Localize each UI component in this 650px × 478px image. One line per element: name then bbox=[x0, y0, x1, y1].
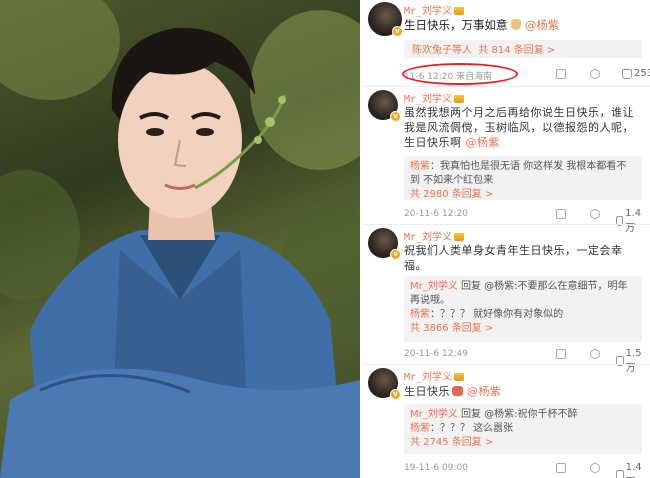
highlight-circle bbox=[402, 63, 518, 85]
verified-badge-icon: v bbox=[390, 111, 401, 122]
comment-icon[interactable] bbox=[590, 69, 600, 79]
share-icon[interactable] bbox=[556, 209, 566, 219]
verified-badge-icon: v bbox=[390, 249, 401, 260]
share-icon[interactable] bbox=[556, 349, 566, 359]
view-replies-link[interactable]: 共 2980 条回复 > bbox=[410, 189, 493, 200]
vip-crown-icon bbox=[454, 233, 465, 241]
portrait-photo bbox=[0, 0, 360, 478]
comment-username[interactable]: Mr_刘学义 bbox=[404, 2, 465, 17]
cake-icon bbox=[452, 386, 463, 396]
divider bbox=[362, 86, 650, 87]
comment-text: 虽然我想两个月之后再给你说生日快乐，谁让我是风流倜傥，玉树临风，以德报怨的人呢，… bbox=[404, 106, 634, 149]
view-replies-link[interactable]: 共 814 条回复 > bbox=[478, 45, 555, 56]
verified-badge-icon: v bbox=[390, 389, 401, 400]
divider bbox=[362, 224, 650, 225]
comment-meta: 20-11-6 12:20 1.4 万 bbox=[404, 208, 644, 234]
view-replies-link[interactable]: 共 2745 条回复 > bbox=[410, 437, 493, 448]
comment-text: 祝我们人类单身女青年生日快乐，一定会幸福。 bbox=[404, 244, 623, 272]
comment-meta: 19-11-6 09:00 1.4万 bbox=[404, 462, 644, 478]
comment-icon[interactable] bbox=[590, 349, 600, 359]
view-replies-link[interactable]: 共 3866 条回复 > bbox=[410, 323, 493, 334]
reply-box[interactable]: Mr_刘学义 回复 @杨紫:不要那么在意细节，明年再说哦。 杨紫：？？？ 就好像… bbox=[404, 276, 642, 342]
comment-meta: 20-11-6 12:49 1.5万 bbox=[404, 348, 644, 374]
timestamp: 20-11-6 12:49 bbox=[404, 349, 468, 359]
vip-crown-icon bbox=[454, 373, 465, 381]
timestamp: 20-11-6 12:20 bbox=[404, 209, 468, 219]
like-icon bbox=[622, 68, 632, 79]
comments-feed[interactable]: v Mr_刘学义 生日快乐，万事如意 @杨紫 陈欢兔子等人 共 814 条回复 … bbox=[362, 0, 650, 478]
comment-username[interactable]: Mr_刘学义 bbox=[404, 228, 465, 243]
share-icon[interactable] bbox=[556, 463, 566, 473]
timestamp: 19-11-6 09:00 bbox=[404, 463, 468, 473]
comment-username[interactable]: Mr_刘学义 bbox=[404, 90, 465, 105]
reply-summary[interactable]: 陈欢兔子等人 共 814 条回复 > bbox=[404, 40, 642, 58]
like-button[interactable]: 1.4万 bbox=[616, 462, 644, 478]
comment-username[interactable]: Mr_刘学义 bbox=[404, 368, 465, 383]
like-button[interactable]: 2533 bbox=[622, 68, 650, 79]
comment-text: 生日快乐 @杨紫 bbox=[404, 385, 502, 398]
vip-crown-icon bbox=[454, 7, 465, 15]
reply-box[interactable]: Mr_刘学义 回复 @杨紫:祝你千杯不醉 杨紫：？？？ 这么嚣张 共 2745 … bbox=[404, 404, 642, 454]
comment-icon[interactable] bbox=[590, 209, 600, 219]
vip-crown-icon bbox=[454, 95, 465, 103]
divider bbox=[362, 364, 650, 365]
person-figure bbox=[0, 27, 360, 478]
comment-icon[interactable] bbox=[590, 463, 600, 473]
victory-hand-icon bbox=[511, 19, 522, 30]
verified-badge-icon: v bbox=[392, 26, 403, 37]
like-icon bbox=[616, 470, 624, 478]
reply-box[interactable]: 杨紫：我真怕也是很无语 你这样发 我根本都看不到 不如来个红包来 共 2980 … bbox=[404, 156, 642, 200]
like-button[interactable]: 1.5万 bbox=[616, 348, 644, 374]
mention-link[interactable]: @杨紫 bbox=[467, 385, 502, 398]
mention-link[interactable]: @杨紫 bbox=[525, 18, 560, 32]
like-button[interactable]: 1.4 万 bbox=[616, 208, 644, 234]
comment-text: 生日快乐，万事如意 @杨紫 bbox=[404, 18, 560, 32]
mention-link[interactable]: @杨紫 bbox=[466, 136, 501, 149]
share-icon[interactable] bbox=[556, 69, 566, 79]
